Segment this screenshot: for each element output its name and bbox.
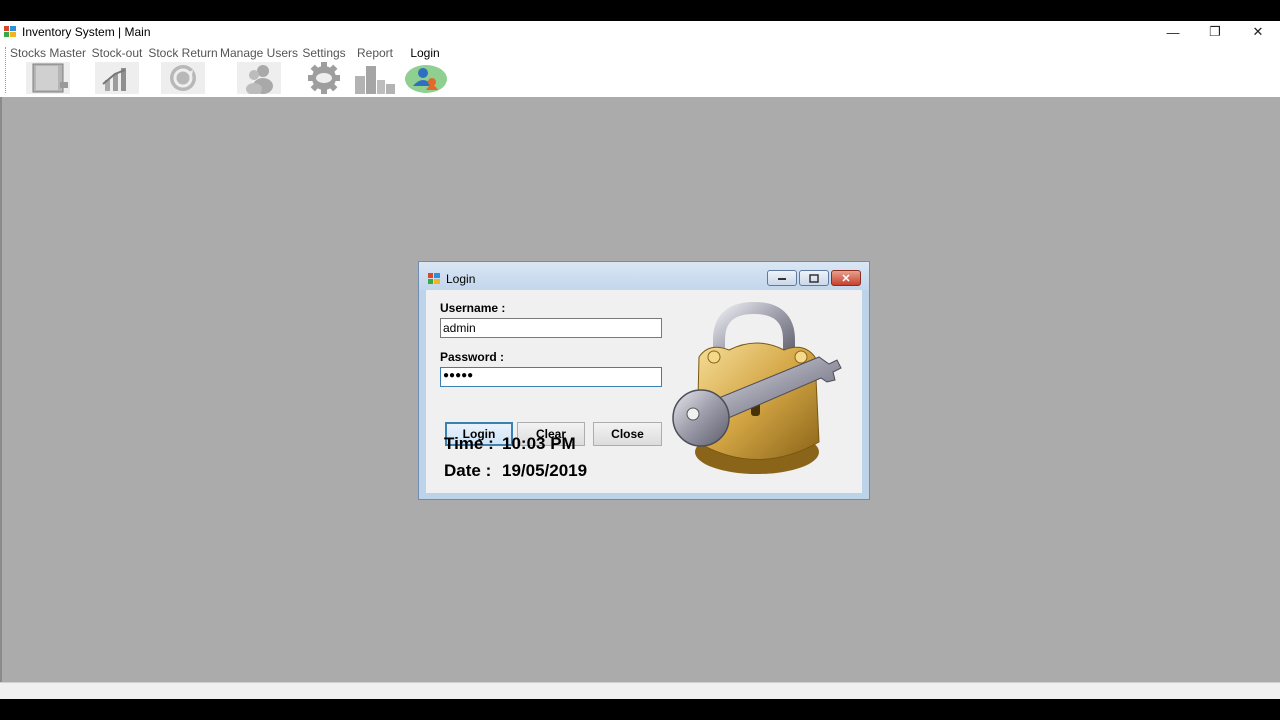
minimize-icon: — [1166, 24, 1180, 40]
minimize-icon [778, 278, 786, 280]
minimize-button[interactable]: — [1153, 21, 1193, 43]
time-label: Time : [444, 434, 494, 453]
toolbar-item-settings[interactable]: Settings [301, 45, 347, 95]
dialog-minimize-button[interactable] [767, 270, 797, 286]
dialog-close-button[interactable]: ✕ [831, 270, 861, 286]
close-icon: ✕ [841, 272, 851, 285]
toolbar-item-label: Stocks Master [9, 46, 87, 60]
password-field[interactable]: ●●●●● [440, 367, 662, 387]
login-dialog: Login ✕ Username : admin Password : ●●●●… [418, 261, 870, 500]
restore-icon: ❐ [1209, 24, 1221, 39]
password-label: Password : [440, 350, 505, 364]
title-bar: Inventory System | Main — ❐ ✕ [0, 21, 1280, 43]
login-dialog-title: Login [446, 272, 476, 286]
username-label: Username : [440, 301, 506, 315]
toolbar-item-login[interactable]: Login [403, 45, 447, 95]
window-title: Inventory System | Main [22, 25, 151, 39]
toolbar-grip[interactable] [5, 47, 8, 93]
users-icon [237, 62, 281, 94]
chart-icon [95, 62, 139, 94]
toolbar-item-label: Stock Return [148, 46, 218, 60]
toolbar-item-label: Manage Users [219, 46, 299, 60]
toolbar-item-label: Report [356, 46, 394, 60]
close-dialog-button[interactable]: Close [593, 422, 662, 446]
refresh-icon [161, 62, 205, 94]
maximize-icon [809, 273, 819, 283]
report-icon [355, 66, 395, 94]
toolbar-item-label: Stock-out [91, 46, 143, 60]
toolbar-item-report[interactable]: Report [353, 45, 397, 95]
app-icon [4, 26, 16, 37]
gear-icon [308, 62, 340, 94]
dialog-maximize-button[interactable] [799, 270, 829, 286]
login-dialog-body: Username : admin Password : ●●●●● Login … [426, 290, 862, 493]
date-value: 19/05/2019 [502, 461, 588, 480]
time-value: 10:03 PM [502, 434, 576, 453]
close-icon: ✕ [1252, 24, 1264, 39]
main-toolbar: Stocks Master Stock-out Stock Return Man… [0, 43, 1280, 98]
toolbar-item-manage-users[interactable]: Manage Users [219, 45, 299, 95]
toolbar-item-label: Settings [302, 46, 346, 60]
user-login-icon [405, 65, 447, 93]
close-button[interactable]: ✕ [1238, 21, 1278, 43]
login-dialog-title-bar[interactable]: Login ✕ [419, 262, 869, 290]
app-icon [428, 273, 440, 284]
toolbar-item-stock-out[interactable]: Stock-out [90, 45, 144, 95]
username-field[interactable]: admin [440, 318, 662, 338]
toolbar-item-stock-return[interactable]: Stock Return [148, 45, 218, 95]
date-label: Date : [444, 461, 492, 480]
status-bar [0, 682, 1280, 699]
toolbar-item-stocks-master[interactable]: Stocks Master [9, 45, 87, 95]
restore-button[interactable]: ❐ [1195, 21, 1235, 43]
book-icon [26, 62, 70, 94]
toolbar-item-label: Login [410, 46, 440, 60]
padlock-key-icon [672, 302, 842, 474]
